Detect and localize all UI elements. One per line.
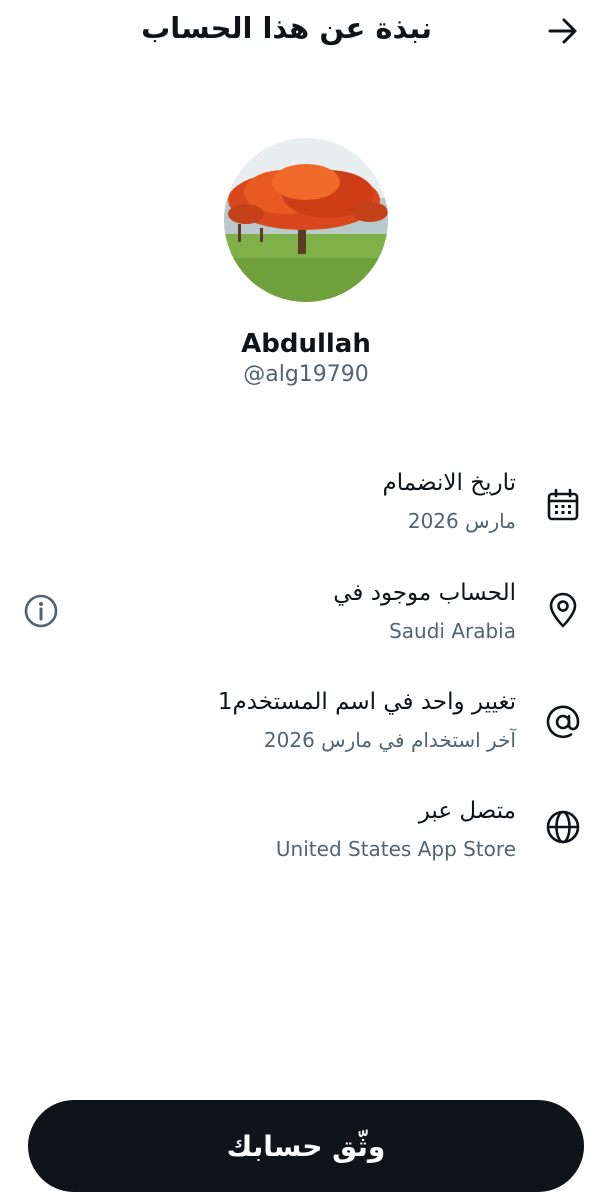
avatar[interactable] bbox=[224, 138, 388, 302]
info-icon[interactable] bbox=[22, 592, 60, 630]
display-name: Abdullah bbox=[241, 329, 371, 359]
account-location-value: Saudi Arabia bbox=[389, 619, 516, 643]
connected-via-value: United States App Store bbox=[275, 837, 516, 861]
connected-via-label: متصل عبر bbox=[418, 798, 516, 824]
connected-via-row: متصل عبر United States App Store bbox=[0, 792, 612, 882]
page-title: نبذة عن هذا الحساب bbox=[141, 11, 432, 45]
arrow-right-icon bbox=[548, 18, 577, 44]
username-changes-label: تغيير واحد في اسم المستخدم1 bbox=[217, 689, 516, 715]
joined-date-value: مارس 2026 bbox=[407, 509, 516, 533]
account-location-row: الحساب موجود في Saudi Arabia bbox=[0, 574, 612, 664]
joined-date-row: تاريخ الانضمام مارس 2026 bbox=[0, 464, 612, 554]
username-changes-value: آخر استخدام في مارس 2026 bbox=[263, 728, 516, 752]
calendar-icon bbox=[547, 488, 579, 521]
globe-icon bbox=[546, 810, 580, 844]
verify-account-button[interactable]: وثّق حسابك bbox=[28, 1100, 584, 1192]
joined-date-label: تاريخ الانضمام bbox=[382, 470, 516, 496]
top-bar: نبذة عن هذا الحساب bbox=[0, 0, 612, 60]
username-handle: @alg19790 bbox=[243, 362, 369, 387]
username-changes-row: تغيير واحد في اسم المستخدم1 آخر استخدام … bbox=[0, 683, 612, 773]
at-sign-icon bbox=[546, 705, 580, 739]
back-button[interactable] bbox=[546, 14, 580, 48]
location-pin-icon bbox=[549, 592, 577, 628]
account-location-label: الحساب موجود في bbox=[333, 580, 516, 606]
profile-photo bbox=[224, 138, 388, 302]
